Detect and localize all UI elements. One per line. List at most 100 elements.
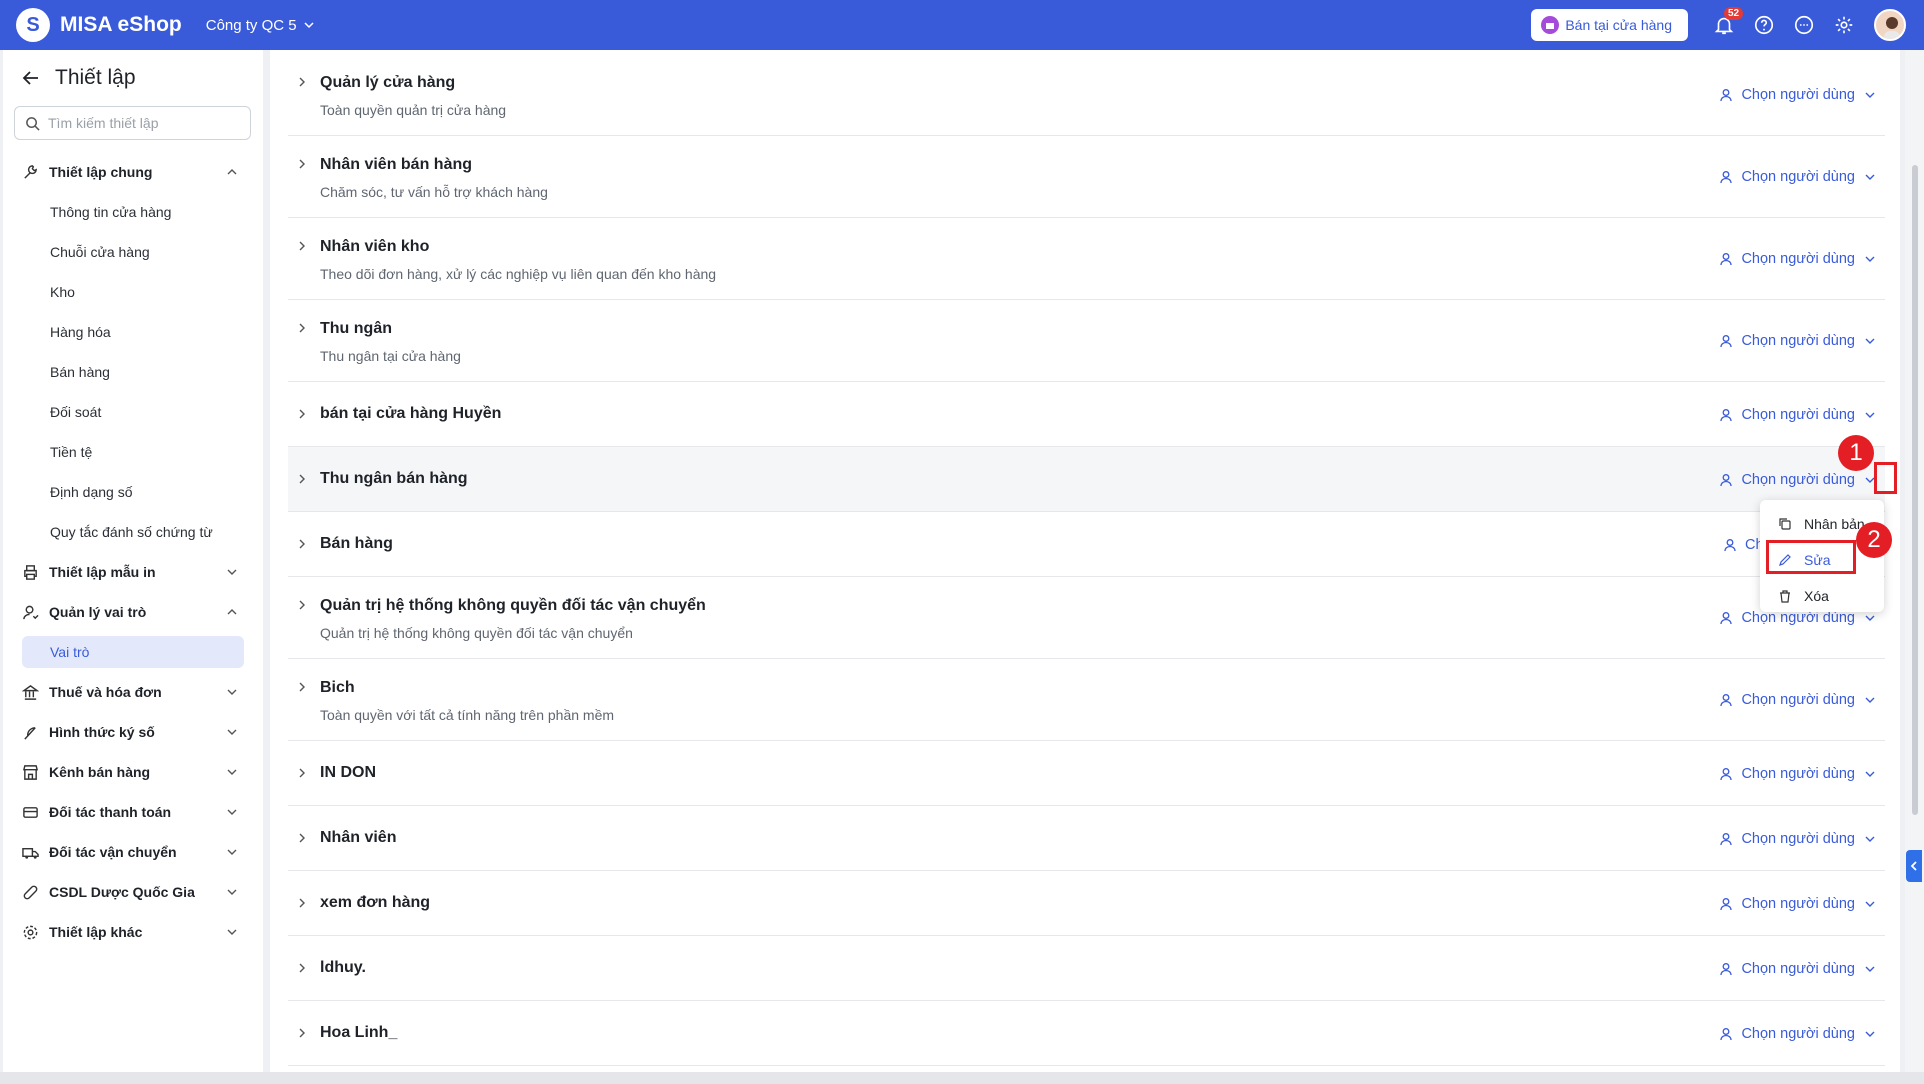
notification-button[interactable]: 52 — [1704, 5, 1744, 45]
choose-user-dropdown[interactable]: Chọn người dùng — [1719, 407, 1877, 423]
chevron-right-icon[interactable] — [296, 408, 308, 420]
chevron-right-icon[interactable] — [296, 473, 308, 485]
role-row[interactable]: Hoa Linh_ Chọn người dùng — [288, 1001, 1885, 1066]
role-row[interactable]: Thu ngân bán hàng Chọn người dùng — [288, 447, 1885, 512]
chevron-right-icon[interactable] — [296, 767, 308, 779]
gear-icon — [1835, 16, 1853, 34]
role-row[interactable]: Bán hàng — [288, 512, 1885, 577]
chevron-down-icon[interactable] — [1863, 767, 1877, 781]
chevron-right-icon[interactable] — [296, 962, 308, 974]
chevron-down-icon[interactable] — [1863, 88, 1877, 102]
chevron-right-icon[interactable] — [296, 240, 308, 252]
chevron-right-icon[interactable] — [296, 1027, 308, 1039]
chevron-down-icon — [227, 809, 237, 815]
choose-user-dropdown[interactable]: Chọn người dùng — [1719, 87, 1877, 103]
choose-user-dropdown[interactable]: Chọn người dùng — [1719, 766, 1877, 782]
sidebar-item-numbering-rules[interactable]: Quy tắc đánh số chứng từ — [3, 512, 263, 552]
card-icon — [22, 806, 38, 818]
sidebar-item-currency[interactable]: Tiền tệ — [3, 432, 263, 472]
settings-button[interactable] — [1824, 5, 1864, 45]
chevron-down-icon[interactable] — [1863, 962, 1877, 976]
role-row[interactable]: Quản lý cửa hàng Toàn quyền quản trị cửa… — [288, 50, 1885, 136]
sidebar-group-national-drug-db[interactable]: CSDL Dược Quốc Gia — [3, 872, 263, 912]
sidebar-group-other-settings[interactable]: Thiết lập khác — [3, 912, 263, 952]
collapse-panel-button[interactable] — [1906, 850, 1922, 882]
role-row[interactable]: ldhuy. Chọn người dùng — [288, 936, 1885, 1001]
sidebar-item-reconciliation[interactable]: Đối soát — [3, 392, 263, 432]
chevron-right-icon[interactable] — [296, 538, 308, 550]
sidebar-item-goods[interactable]: Hàng hóa — [3, 312, 263, 352]
chevron-down-icon[interactable] — [1863, 1027, 1877, 1041]
role-row[interactable]: Thu ngân Thu ngân tại cửa hàng Chọn ngườ… — [288, 300, 1885, 382]
role-row[interactable]: Quản trị hệ thống không quyền đối tác vậ… — [288, 577, 1885, 659]
sell-at-store-button[interactable]: Bán tại cửa hàng — [1531, 9, 1688, 41]
role-row[interactable]: Bich Toàn quyền với tất cả tính năng trê… — [288, 659, 1885, 741]
chevron-down-icon[interactable] — [1863, 170, 1877, 184]
role-row[interactable]: Nhân viên bán hàng Chăm sóc, tư vấn hỗ t… — [288, 136, 1885, 218]
user-icon — [1720, 612, 1733, 625]
chevron-down-icon[interactable] — [1863, 897, 1877, 911]
sidebar-group-tax-invoice[interactable]: Thuế và hóa đơn — [3, 672, 263, 712]
role-row[interactable]: IN DON Chọn người dùng — [288, 741, 1885, 806]
user-icon — [1720, 89, 1733, 102]
sidebar-group-shipping-partners[interactable]: Đối tác vận chuyển — [3, 832, 263, 872]
chat-button[interactable] — [1784, 5, 1824, 45]
sidebar-item-number-format[interactable]: Định dạng số — [3, 472, 263, 512]
chevron-right-icon[interactable] — [296, 76, 308, 88]
choose-user-dropdown[interactable]: Chọn người dùng — [1719, 961, 1877, 977]
chevron-right-icon[interactable] — [296, 832, 308, 844]
delete-menu-item[interactable]: Xóa — [1760, 578, 1884, 614]
settings-search-input[interactable] — [48, 115, 228, 131]
sidebar-group-label: Đối tác vận chuyển — [49, 844, 177, 860]
sidebar-item-store-chain[interactable]: Chuỗi cửa hàng — [3, 232, 263, 272]
sidebar-group-digital-signature[interactable]: Hình thức ký số — [3, 712, 263, 752]
chevron-left-icon — [1910, 861, 1917, 871]
role-row[interactable]: Nhân viên Chọn người dùng — [288, 806, 1885, 871]
scrollbar-thumb[interactable] — [1912, 165, 1918, 815]
annotation-step-1: 1 — [1838, 435, 1874, 471]
sidebar-item-warehouse[interactable]: Kho — [3, 272, 263, 312]
company-selector[interactable]: Công ty QC 5 — [206, 17, 315, 34]
chevron-down-icon[interactable] — [1863, 832, 1877, 846]
chevron-down-icon[interactable] — [1863, 408, 1877, 422]
sidebar-group-label: Thiết lập mẫu in — [49, 564, 156, 580]
chevron-right-icon[interactable] — [296, 897, 308, 909]
sidebar-group-general[interactable]: Thiết lập chung — [3, 152, 263, 192]
choose-user-dropdown-partial[interactable]: Ch — [1723, 537, 1764, 553]
choose-user-label: Chọn người dùng — [1741, 896, 1855, 912]
choose-user-dropdown[interactable]: Chọn người dùng — [1719, 1026, 1877, 1042]
sidebar-group-role-management[interactable]: Quản lý vai trò — [3, 592, 263, 632]
choose-user-dropdown[interactable]: Chọn người dùng — [1719, 472, 1877, 488]
settings-search[interactable] — [14, 106, 251, 140]
sidebar-group-label: Thiết lập chung — [49, 164, 153, 180]
sell-at-store-label: Bán tại cửa hàng — [1565, 17, 1672, 33]
sidebar-group-print-templates[interactable]: Thiết lập mẫu in — [3, 552, 263, 592]
choose-user-dropdown[interactable]: Chọn người dùng — [1719, 831, 1877, 847]
sidebar-item-sales[interactable]: Bán hàng — [3, 352, 263, 392]
back-arrow-icon[interactable] — [21, 68, 41, 88]
choose-user-dropdown[interactable]: Chọn người dùng — [1719, 692, 1877, 708]
role-row[interactable]: bán tại cửa hàng Huyền Chọn người dùng — [288, 382, 1885, 447]
chevron-right-icon[interactable] — [296, 599, 308, 611]
choose-user-dropdown[interactable]: Chọn người dùng — [1719, 333, 1877, 349]
chevron-right-icon[interactable] — [296, 681, 308, 693]
choose-user-dropdown[interactable]: Chọn người dùng — [1719, 251, 1877, 267]
role-row[interactable]: Nhân viên kho Theo dõi đơn hàng, xử lý c… — [288, 218, 1885, 300]
chevron-right-icon[interactable] — [296, 322, 308, 334]
sidebar-item-store-info[interactable]: Thông tin cửa hàng — [3, 192, 263, 232]
chevron-right-icon[interactable] — [296, 158, 308, 170]
user-icon — [1720, 253, 1733, 266]
sidebar-item-roles[interactable]: Vai trò — [22, 636, 244, 668]
chevron-down-icon[interactable] — [1863, 252, 1877, 266]
sidebar-group-payment-partners[interactable]: Đối tác thanh toán — [3, 792, 263, 832]
user-avatar[interactable] — [1874, 9, 1906, 41]
sidebar-group-sales-channels[interactable]: Kênh bán hàng — [3, 752, 263, 792]
role-row[interactable]: xem đơn hàng Chọn người dùng — [288, 871, 1885, 936]
choose-user-dropdown[interactable]: Chọn người dùng — [1719, 169, 1877, 185]
help-button[interactable] — [1744, 5, 1784, 45]
chevron-down-icon[interactable] — [1863, 693, 1877, 707]
misa-logo-icon[interactable]: S — [16, 8, 50, 42]
choose-user-dropdown[interactable]: Chọn người dùng — [1719, 896, 1877, 912]
role-name: Bich — [320, 679, 355, 696]
chevron-down-icon[interactable] — [1863, 334, 1877, 348]
